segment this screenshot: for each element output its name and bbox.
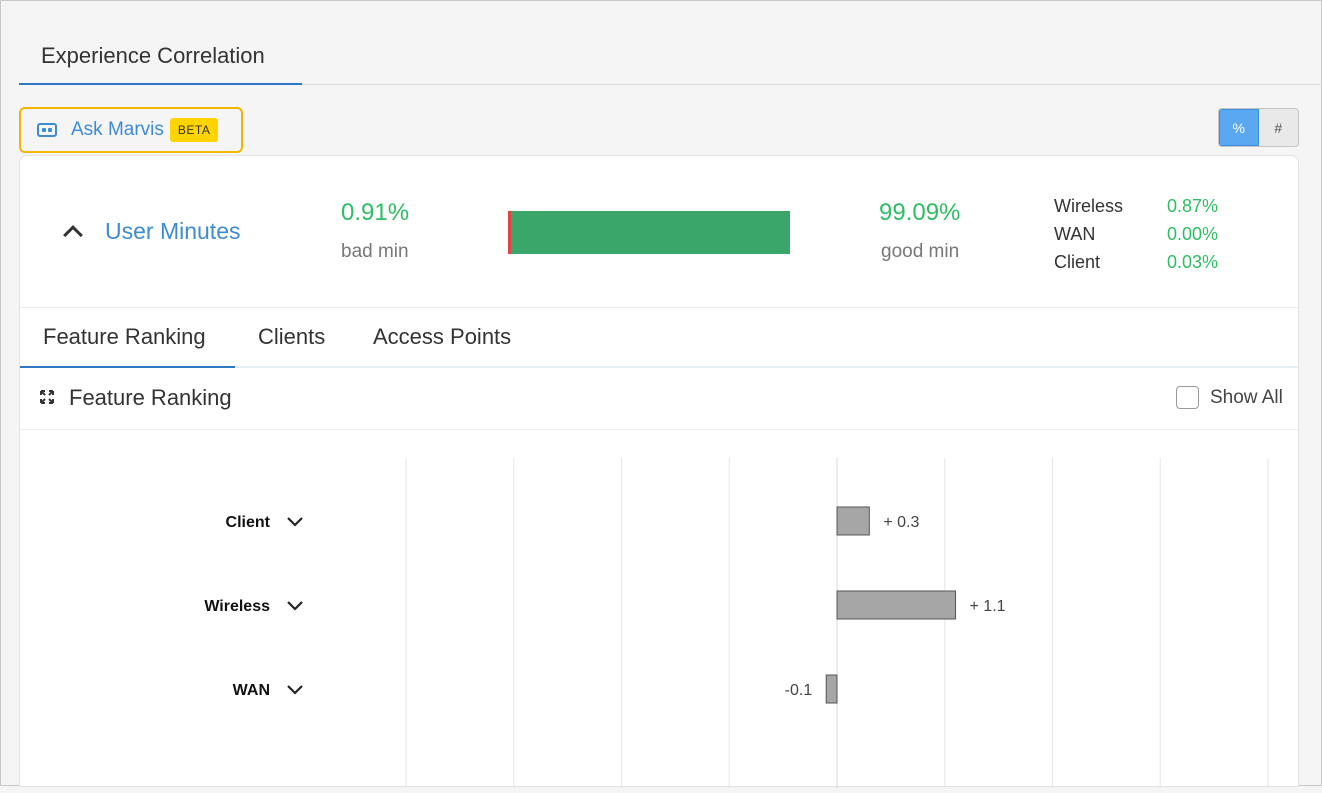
data-label: + 1.1 (970, 598, 1006, 615)
chevron-down-icon[interactable] (287, 685, 303, 695)
tab-access-points[interactable]: Access Points (373, 308, 511, 368)
tab-experience-correlation[interactable]: Experience Correlation (19, 29, 302, 85)
breakdown-row: Wireless 0.87% (1054, 192, 1218, 220)
show-all-label: Show All (1210, 386, 1283, 408)
bad-minutes-bar-segment (508, 211, 511, 254)
ask-marvis-label: Ask Marvis (71, 119, 164, 140)
feature-ranking-chart-svg: Client + 0.3 Wireless + 1.1 WAN -0.1 (204, 458, 1269, 788)
chevron-down-icon[interactable] (287, 601, 303, 611)
ask-marvis-button[interactable]: Ask Marvis BETA (19, 107, 243, 153)
sub-tab-bar: Feature Ranking Clients Access Points (20, 308, 1300, 368)
show-all-checkbox[interactable] (1176, 386, 1199, 409)
bad-minutes-value: 0.91% (341, 199, 410, 226)
bar (836, 506, 870, 536)
top-tab-bar: Experience Correlation (19, 29, 1322, 85)
breakdown-name: Wireless (1054, 195, 1124, 216)
category-label: Wireless (204, 598, 270, 615)
breakdown-value: 0.87% (1167, 195, 1219, 216)
count-toggle-button[interactable]: # (1258, 109, 1298, 146)
breakdown-name: Client (1054, 251, 1101, 272)
breakdown-value: 0.00% (1167, 223, 1219, 244)
show-all-toggle[interactable]: Show All (1176, 386, 1283, 409)
app-frame: Experience Correlation Ask Marvis BETA %… (0, 0, 1322, 788)
data-label: + 0.3 (883, 514, 919, 531)
breakdown-value: 0.03% (1167, 251, 1219, 272)
unit-toggle: % # (1218, 108, 1299, 147)
chevron-up-icon[interactable] (63, 225, 83, 245)
minutes-ratio-bar (508, 211, 790, 254)
good-minutes-label: good min (881, 241, 960, 262)
tab-feature-ranking[interactable]: Feature Ranking (20, 308, 235, 368)
tab-clients[interactable]: Clients (258, 308, 325, 368)
user-minutes-link[interactable]: User Minutes (105, 218, 240, 245)
bar (825, 674, 838, 704)
beta-badge: BETA (169, 118, 219, 142)
experience-card: User Minutes 0.91% bad min 99.09% good m… (19, 155, 1300, 788)
marvis-robot-icon (37, 123, 57, 137)
user-minutes-summary: User Minutes 0.91% bad min 99.09% good m… (20, 156, 1300, 308)
bad-minutes-label: bad min (341, 241, 409, 262)
data-label: -0.1 (785, 682, 813, 699)
expand-icon[interactable] (40, 390, 54, 404)
breakdown-row: Client 0.03% (1054, 248, 1218, 276)
breakdown-row: WAN 0.00% (1054, 220, 1218, 248)
good-minutes-value: 99.09% (879, 199, 961, 226)
bar (836, 590, 957, 620)
feature-ranking-header: Feature Ranking Show All (20, 368, 1300, 430)
chevron-down-icon[interactable] (287, 517, 303, 527)
classifier-breakdown: Wireless 0.87% WAN 0.00% Client 0.03% (1054, 192, 1218, 276)
feature-ranking-chart: Client + 0.3 Wireless + 1.1 WAN -0.1 (20, 430, 1300, 788)
percent-toggle-button[interactable]: % (1219, 109, 1259, 146)
feature-ranking-title: Feature Ranking (69, 385, 232, 410)
category-label: WAN (233, 682, 270, 699)
category-label: Client (226, 514, 271, 531)
breakdown-name: WAN (1054, 223, 1096, 244)
